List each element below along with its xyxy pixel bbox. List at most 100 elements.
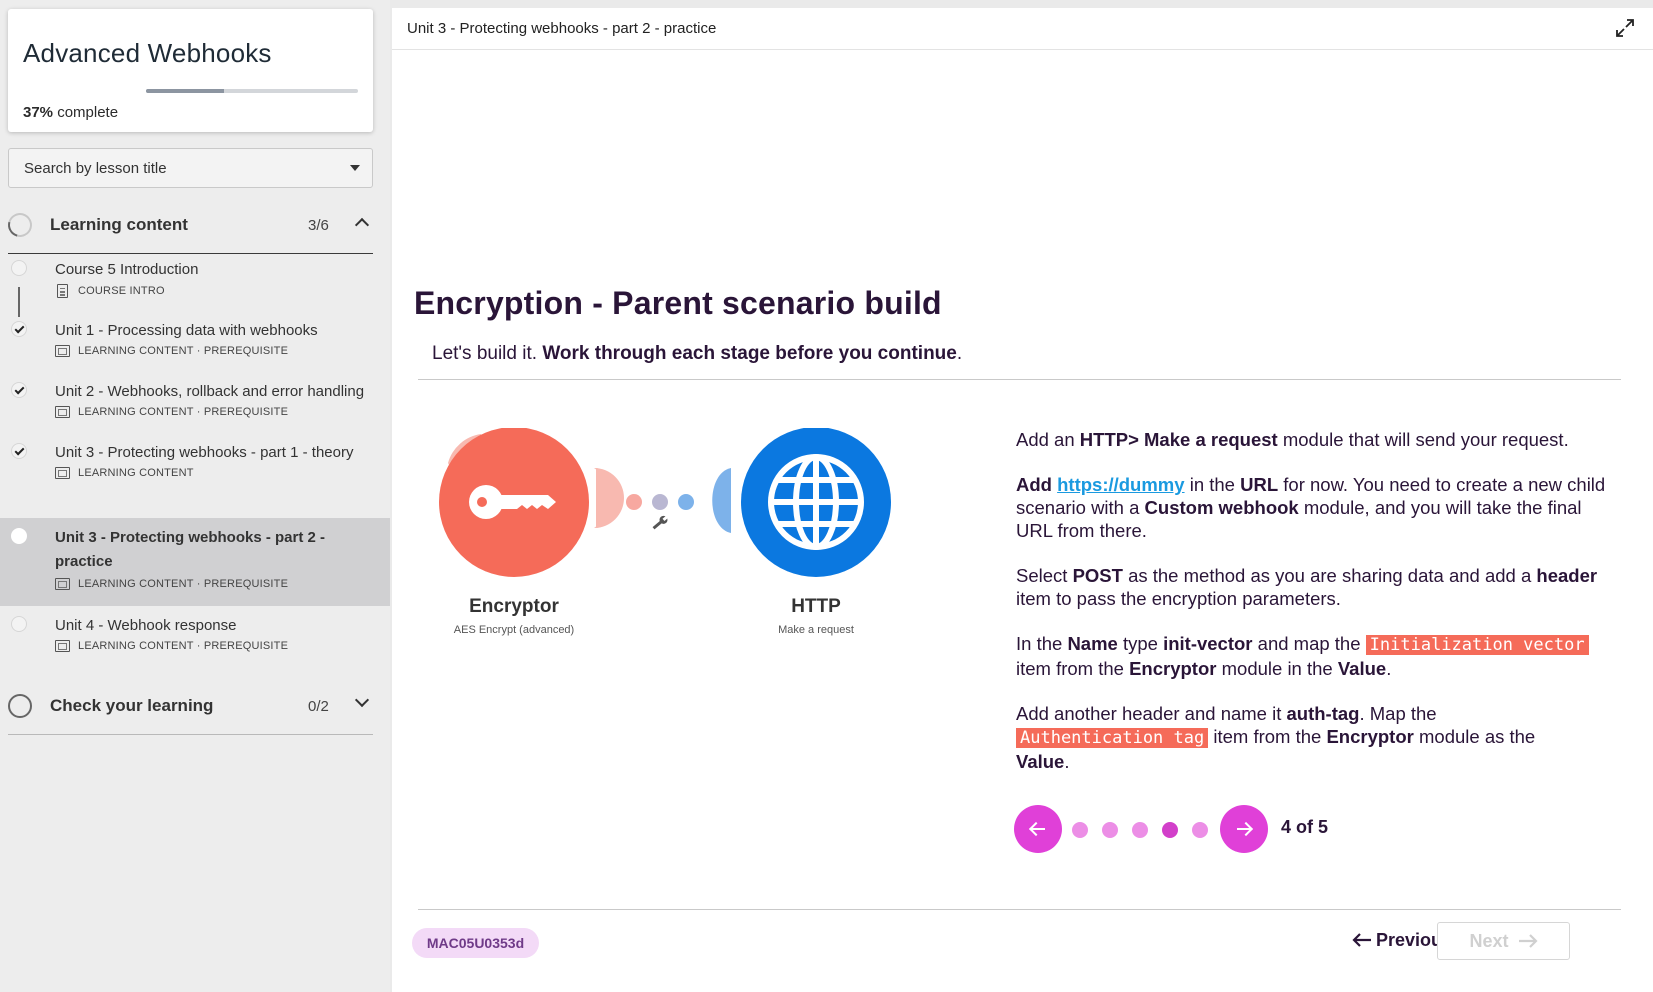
instruction-text: item to pass the encryption parameters. bbox=[1016, 588, 1341, 609]
module-name: Encryptor bbox=[469, 596, 559, 617]
module-name: HTTP bbox=[791, 596, 841, 617]
lesson-item-unit-3-part-1[interactable]: Unit 3 - Protecting webhooks - part 1 - … bbox=[0, 441, 390, 501]
lesson-meta: LEARNING CONTENT · PREREQUISITE bbox=[55, 345, 288, 359]
instruction-text: Select bbox=[1016, 565, 1073, 586]
lesson-content-panel: Unit 3 - Protecting webhooks - part 2 - … bbox=[392, 8, 1653, 992]
instruction-bold: Encryptor bbox=[1326, 726, 1414, 747]
wrench-icon bbox=[652, 515, 669, 530]
section-learning-content[interactable]: Learning content 3/6 bbox=[3, 196, 373, 254]
dropdown-caret-icon bbox=[350, 165, 360, 171]
scenario-diagram: Encryptor AES Encrypt (advanced) HTTP Ma… bbox=[426, 427, 926, 678]
step-dot[interactable] bbox=[1102, 822, 1118, 838]
arrow-right-icon bbox=[1518, 934, 1538, 948]
lesson-title: Unit 3 - Protecting webhooks - part 2 - … bbox=[55, 529, 326, 570]
lesson-status-node bbox=[11, 443, 27, 459]
step-dot[interactable] bbox=[1192, 822, 1208, 838]
instruction-text: item from the bbox=[1208, 726, 1327, 747]
course-card: Advanced Webhooks 37% complete bbox=[8, 9, 373, 132]
course-progress-fill bbox=[146, 89, 225, 93]
intro-emphasis: Work through each stage before you conti… bbox=[542, 343, 957, 364]
instruction-paragraph: Select POST as the method as you are sha… bbox=[1016, 564, 1616, 610]
lesson-meta-text: COURSE INTRO bbox=[78, 285, 165, 297]
section-title: Learning content bbox=[50, 215, 188, 234]
section-progress-ring-icon bbox=[8, 694, 32, 718]
lesson-item-unit-3-part-2[interactable]: Unit 3 - Protecting webhooks - part 2 - … bbox=[0, 518, 390, 606]
module-subtitle: AES Encrypt (advanced) bbox=[453, 624, 575, 636]
lesson-item-unit-4[interactable]: Unit 4 - Webhook response LEARNING CONTE… bbox=[0, 614, 390, 674]
lesson-status-node bbox=[11, 260, 27, 276]
slides-icon bbox=[55, 578, 70, 591]
slides-icon bbox=[55, 640, 70, 653]
chevron-down-icon[interactable] bbox=[354, 692, 370, 708]
instruction-text: and map the bbox=[1252, 633, 1366, 654]
http-halo-shape bbox=[712, 468, 731, 533]
instruction-bold: Add bbox=[1016, 474, 1052, 495]
lesson-meta: COURSE INTRO bbox=[55, 284, 165, 298]
lesson-status-node bbox=[11, 616, 27, 632]
next-label: Next bbox=[1469, 931, 1509, 951]
step-dot[interactable] bbox=[1132, 822, 1148, 838]
lesson-item-unit-2[interactable]: Unit 2 - Webhooks, rollback and error ha… bbox=[0, 380, 390, 440]
instruction-text: . Map the bbox=[1359, 703, 1437, 724]
lesson-meta-text: LEARNING CONTENT · PREREQUISITE bbox=[78, 406, 289, 419]
instruction-bold: init-vector bbox=[1163, 633, 1253, 654]
expand-icon[interactable] bbox=[1615, 18, 1635, 38]
step-counter: 4 of 5 bbox=[1281, 817, 1329, 837]
lesson-item-unit-1[interactable]: Unit 1 - Processing data with webhooks L… bbox=[0, 319, 390, 379]
instruction-bold: auth-tag bbox=[1286, 703, 1360, 724]
topbar-lesson-title: Unit 3 - Protecting webhooks - part 2 - … bbox=[407, 20, 717, 37]
instruction-text: Add another header and name it bbox=[1016, 703, 1287, 724]
section-check-your-learning[interactable]: Check your learning 0/2 bbox=[8, 677, 373, 735]
instruction-bold: Custom webhook bbox=[1144, 497, 1299, 518]
progress-text: 37% complete bbox=[23, 104, 118, 121]
intro-text: Let's build it. bbox=[432, 343, 543, 364]
lesson-heading: Encryption - Parent scenario build bbox=[414, 285, 942, 321]
checkmark-icon bbox=[14, 384, 25, 395]
previous-step-button[interactable] bbox=[1014, 805, 1062, 853]
instruction-text: Add an bbox=[1016, 429, 1080, 450]
step-dot[interactable] bbox=[1072, 822, 1088, 838]
instruction-paragraph: Add an HTTP> Make a request module that … bbox=[1016, 428, 1616, 451]
lesson-search-label: Search by lesson title bbox=[24, 160, 167, 177]
connector-dot bbox=[678, 494, 694, 510]
slides-icon bbox=[55, 467, 70, 480]
lesson-intro: Let's build it. Work through each stage … bbox=[432, 343, 962, 365]
step-dot[interactable] bbox=[1162, 822, 1178, 838]
instruction-text: module as the bbox=[1413, 726, 1536, 747]
instruction-bold: POST bbox=[1072, 565, 1123, 586]
instruction-text: as the method as you are sharing data an… bbox=[1122, 565, 1537, 586]
arrow-right-icon bbox=[1237, 828, 1251, 830]
instruction-text: in the bbox=[1184, 474, 1241, 495]
section-count: 3/6 bbox=[308, 217, 329, 234]
lesson-title: Unit 4 - Webhook response bbox=[55, 617, 237, 634]
lesson-meta: LEARNING CONTENT · PREREQUISITE bbox=[55, 640, 288, 654]
dummy-url-link[interactable]: https://dummy bbox=[1057, 474, 1184, 495]
progress-suffix: complete bbox=[53, 104, 119, 121]
instruction-bold: URL bbox=[1240, 474, 1279, 495]
instruction-text: . bbox=[1386, 658, 1392, 679]
progress-value: 37% bbox=[23, 104, 54, 121]
course-title: Advanced Webhooks bbox=[23, 38, 272, 68]
instruction-text: module in the bbox=[1216, 658, 1338, 679]
lesson-meta-text: LEARNING CONTENT bbox=[78, 467, 194, 480]
module-subtitle: Make a request bbox=[778, 624, 854, 636]
lesson-search-select[interactable]: Search by lesson title bbox=[8, 148, 373, 188]
chevron-up-icon[interactable] bbox=[354, 217, 370, 233]
instruction-text: item from the bbox=[1016, 658, 1130, 679]
lesson-meta: LEARNING CONTENT · PREREQUISITE bbox=[55, 406, 288, 420]
slides-icon bbox=[55, 345, 70, 358]
next-step-button[interactable] bbox=[1220, 805, 1268, 853]
code-token: Authentication tag bbox=[1016, 728, 1209, 748]
lesson-meta: LEARNING CONTENT · PREREQUISITE bbox=[55, 578, 288, 592]
document-icon bbox=[57, 284, 68, 298]
slides-icon bbox=[55, 406, 70, 419]
next-lesson-button[interactable]: Next bbox=[1437, 922, 1570, 960]
instruction-paragraph: Add https://dummy in the URL for now. Yo… bbox=[1016, 473, 1616, 542]
lesson-title: Unit 2 - Webhooks, rollback and error ha… bbox=[55, 383, 365, 400]
lesson-status-node bbox=[11, 382, 27, 398]
section-title: Check your learning bbox=[50, 696, 214, 715]
lesson-meta: LEARNING CONTENT bbox=[55, 467, 194, 481]
checkmark-icon bbox=[14, 445, 25, 456]
lesson-status-node bbox=[11, 321, 27, 337]
lesson-item-course-intro[interactable]: Course 5 Introduction COURSE INTRO bbox=[0, 258, 390, 318]
